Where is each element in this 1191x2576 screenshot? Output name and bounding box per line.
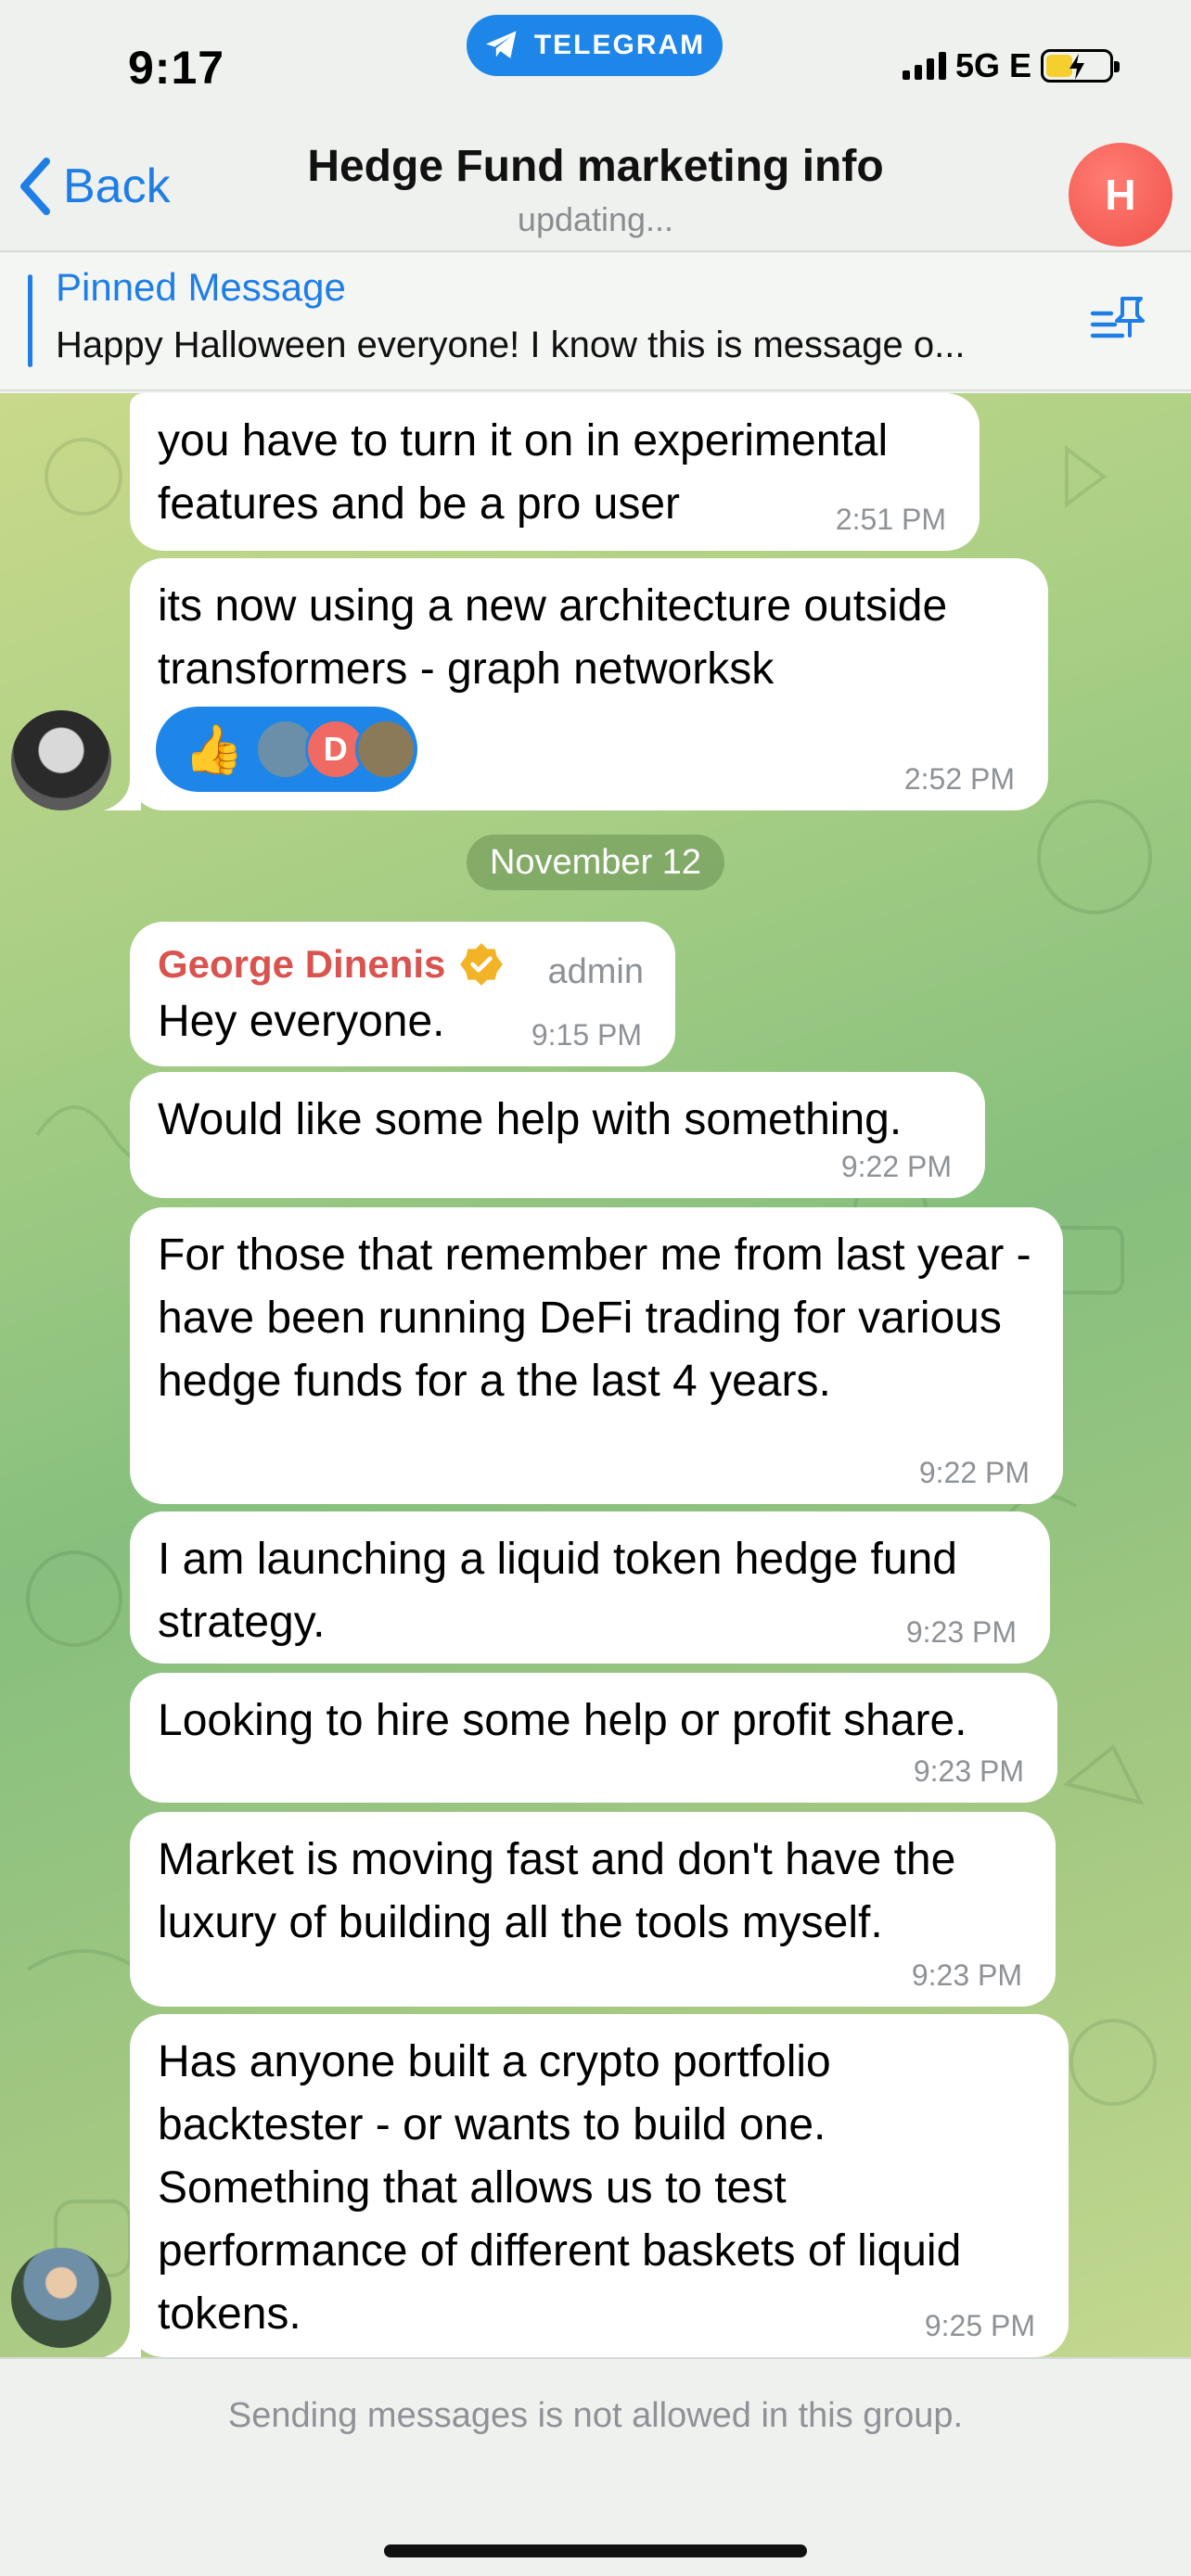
chat-status: updating... bbox=[517, 200, 674, 238]
bubble-tail bbox=[104, 773, 141, 810]
message-text: you have to turn it on in experimental f… bbox=[158, 416, 889, 529]
reactor-avatar bbox=[354, 719, 416, 780]
group-avatar[interactable]: H bbox=[1069, 143, 1172, 247]
message-text: I am launching a liquid token hedge fund… bbox=[158, 1535, 957, 1647]
top-bar: 9:17 TELEGRAM 5G E Back Hedge Fund marke… bbox=[0, 0, 1191, 252]
pinned-text: Happy Halloween everyone! I know this is… bbox=[56, 325, 966, 365]
battery-icon bbox=[1041, 49, 1120, 83]
message-time: 2:51 PM bbox=[835, 503, 946, 536]
message-bubble[interactable]: Would like some help with something. 9:2… bbox=[130, 1072, 985, 1198]
admin-label: admin bbox=[547, 952, 645, 991]
message-time: 9:23 PM bbox=[911, 1958, 1022, 1992]
message-time: 2:52 PM bbox=[903, 762, 1015, 796]
chat-area[interactable]: you have to turn it on in experimental f… bbox=[0, 393, 1191, 2357]
message-text: Market is moving fast and don't have the… bbox=[158, 1835, 956, 1947]
message-text: For those that remember me from last yea… bbox=[158, 1231, 1031, 1406]
status-icons: 5G E bbox=[902, 46, 1120, 85]
pinned-indicator bbox=[28, 274, 32, 367]
bubble-tail bbox=[104, 2320, 141, 2357]
date-separator: November 12 bbox=[467, 835, 724, 890]
pinned-title: Pinned Message bbox=[56, 265, 346, 309]
composer-disabled-bar: Sending messages is not allowed in this … bbox=[0, 2357, 1191, 2576]
message-text: its now using a new architecture outside… bbox=[158, 581, 948, 694]
telegram-pill[interactable]: TELEGRAM bbox=[467, 15, 723, 76]
thumbs-up-icon: 👍 bbox=[184, 722, 244, 777]
sender-avatar[interactable] bbox=[11, 2248, 111, 2348]
chat-title[interactable]: Hedge Fund marketing info bbox=[0, 141, 1191, 192]
sender-name-text: George Dinenis bbox=[158, 942, 446, 986]
message-bubble[interactable]: Has anyone built a crypto portfolio back… bbox=[130, 2014, 1069, 2357]
message-time: 9:15 PM bbox=[531, 1018, 642, 1052]
message-time: 9:23 PM bbox=[905, 1615, 1017, 1649]
sender-avatar[interactable] bbox=[11, 710, 111, 810]
clock: 9:17 bbox=[128, 42, 225, 94]
message-bubble[interactable]: I am launching a liquid token hedge fund… bbox=[130, 1511, 1050, 1664]
message-bubble[interactable]: you have to turn it on in experimental f… bbox=[130, 393, 980, 551]
network-label: 5G E bbox=[954, 46, 1031, 84]
verified-badge-icon bbox=[460, 943, 504, 986]
read-only-notice: Sending messages is not allowed in this … bbox=[227, 2396, 964, 2435]
pinned-message-bar[interactable]: Pinned Message Happy Halloween everyone!… bbox=[0, 254, 1191, 391]
signal-icon bbox=[902, 52, 946, 80]
message-bubble[interactable]: For those that remember me from last yea… bbox=[130, 1207, 1063, 1504]
message-time: 9:25 PM bbox=[924, 2309, 1035, 2342]
message-text: Has anyone built a crypto portfolio back… bbox=[158, 2037, 962, 2339]
home-indicator[interactable] bbox=[384, 2544, 807, 2557]
message-text: Looking to hire some help or profit shar… bbox=[158, 1696, 967, 1745]
message-time: 9:22 PM bbox=[840, 1150, 952, 1183]
telegram-icon bbox=[485, 31, 517, 58]
pinned-list-icon[interactable] bbox=[1089, 291, 1148, 347]
message-bubble[interactable]: Market is moving fast and don't have the… bbox=[130, 1812, 1056, 2007]
message-time: 9:23 PM bbox=[913, 1754, 1024, 1788]
message-text: Would like some help with something. bbox=[158, 1095, 903, 1144]
message-bubble[interactable]: Looking to hire some help or profit shar… bbox=[130, 1673, 1057, 1803]
reaction-chip[interactable]: 👍 D bbox=[156, 707, 417, 792]
message-time: 9:22 PM bbox=[918, 1456, 1030, 1489]
message-bubble[interactable]: George Dinenis admin Hey everyone. 9:15 … bbox=[130, 922, 675, 1066]
telegram-pill-label: TELEGRAM bbox=[533, 30, 706, 60]
